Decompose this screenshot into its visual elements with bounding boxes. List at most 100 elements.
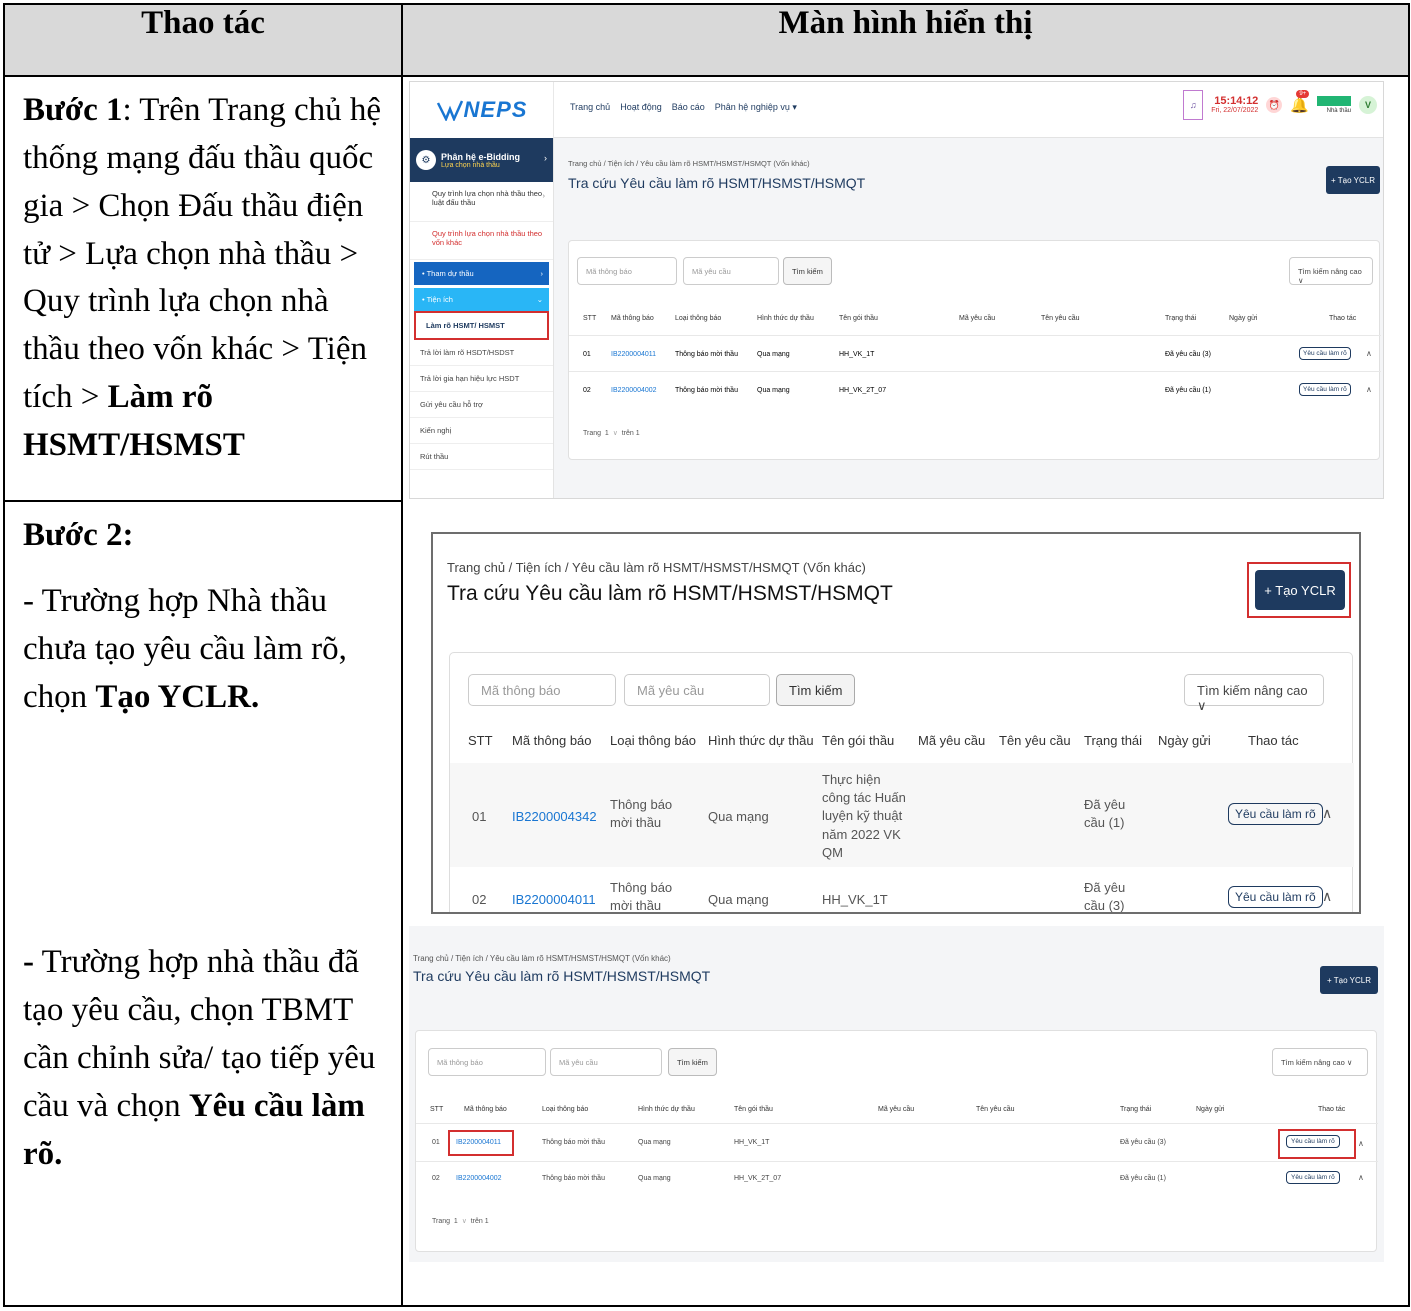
screens-cell: NEPS Trang chủ Hoạt động Báo cáo Phân hệ… (401, 75, 1410, 1307)
cell-package: Thực hiện công tác Huấn luyện kỹ thuật n… (822, 772, 906, 860)
cell-stt: 02 (583, 387, 591, 394)
clarify-request-button[interactable]: Yêu cầu làm rõ (1286, 1135, 1340, 1148)
notice-code-input[interactable]: Mã thông báo (468, 674, 616, 706)
breadcrumb: Trang chủ / Tiện ích / Yêu cầu làm rõ HS… (413, 954, 671, 963)
sidebar-subitem-extension[interactable]: Trả lời gia hạn hiệu lực HSDT (410, 366, 553, 392)
sidebar-item-other-capital-process[interactable]: Quy trình lựa chọn nhà thầu theo vốn khá… (410, 222, 553, 260)
request-code-input[interactable]: Mã yêu cầu (550, 1048, 662, 1076)
step2-case2: - Trường hợp nhà thầu đã tạo yêu cầu, ch… (23, 939, 383, 1178)
nav-report[interactable]: Báo cáo (672, 102, 705, 113)
pagination-page[interactable]: 1 (605, 430, 609, 437)
cell-method: Qua mạng (757, 351, 790, 358)
chevron-up-icon[interactable]: ∧ (1358, 1139, 1364, 1148)
headset-icon[interactable]: ♫ (1183, 90, 1204, 120)
avatar[interactable]: V (1359, 96, 1377, 114)
clarify-request-button[interactable]: Yêu cầu làm rõ (1228, 803, 1323, 825)
sidebar-subitem-clarify[interactable]: Làm rõ HSMT/ HSMST (414, 311, 549, 340)
step1-text: : Trên Trang chủ hệ thống mạng đấu thầu … (23, 92, 382, 416)
sidebar-subitem-support[interactable]: Gửi yêu cầu hỗ trợ (410, 392, 553, 418)
neps-logo[interactable]: NEPS (410, 82, 554, 138)
cell-stt: 01 (583, 351, 591, 358)
col-package: Tên gói thầu (822, 733, 895, 748)
chevron-up-icon[interactable]: ∧ (1366, 385, 1372, 394)
cell-status: Đã yêu cầu (1) (1120, 1175, 1166, 1182)
cell-status: Đã yêu cầu (3) (1120, 1139, 1166, 1146)
cell-package: HH_VK_1T (822, 892, 888, 907)
cell-method: Qua mạng (708, 892, 769, 907)
search-button[interactable]: Tìm kiếm (783, 257, 832, 285)
sidebar-module-header[interactable]: ⚙ Phân hệ e-Bidding Lựa chọn nhà thầu › (410, 138, 553, 182)
sidebar-item-law-process[interactable]: Quy trình lựa chọn nhà thầu theo luật đấ… (410, 182, 553, 222)
col-notice-code: Mã thông báo (611, 315, 654, 322)
clarify-request-button[interactable]: Yêu cầu làm rõ (1228, 886, 1323, 908)
cell-notice-code-link[interactable]: IB2200004011 (512, 891, 596, 909)
sidebar-subitem-withdraw[interactable]: Rút thầu (410, 444, 553, 470)
col-date: Ngày gửi (1158, 733, 1211, 748)
header-action: Thao tác (3, 3, 403, 77)
cell-package: HH_VK_1T (839, 351, 875, 358)
clarify-request-button[interactable]: Yêu cầu làm rõ (1286, 1171, 1340, 1184)
cell-notice-code-link[interactable]: IB2200004002 (611, 387, 657, 394)
divider (416, 1161, 1378, 1162)
step2-cell: Bước 2: - Trường hợp Nhà thầu chưa tạo y… (3, 500, 403, 1307)
nav-modules[interactable]: Phân hệ nghiệp vụ ▾ (715, 102, 797, 113)
highlight-box: + Tạo YCLR (1247, 562, 1351, 618)
cell-notice-code-link[interactable]: IB2200004002 (456, 1175, 502, 1182)
logo-swoosh-icon (436, 100, 463, 121)
chevron-down-icon[interactable]: ∨ (462, 1218, 467, 1225)
create-yclr-button[interactable]: + Tạo YCLR (1326, 166, 1380, 194)
advanced-search-button[interactable]: Tìm kiếm nâng cao ∨ (1184, 674, 1324, 713)
create-yclr-button[interactable]: + Tạo YCLR (1320, 966, 1378, 994)
cell-notice-code-link[interactable]: IB2200004342 (512, 808, 597, 826)
col-stt: STT (430, 1106, 444, 1113)
sidebar-subtitle: Lựa chọn nhà thầu (441, 161, 500, 169)
col-request-name: Tên yêu cầu (976, 1106, 1015, 1113)
col-notice-type: Loại thông báo (542, 1106, 589, 1113)
notice-code-input[interactable]: Mã thông báo (577, 257, 677, 285)
clarify-request-button[interactable]: Yêu cầu làm rõ (1299, 383, 1351, 396)
request-code-input[interactable]: Mã yêu cầu (683, 257, 779, 285)
cell-notice-code-link[interactable]: IB2200004011 (456, 1139, 501, 1146)
nav-activity[interactable]: Hoạt động (620, 102, 662, 113)
cell-type: Thông báo mời thầu (542, 1175, 605, 1182)
col-method: Hình thức dự thầu (708, 733, 814, 748)
alarm-icon[interactable]: ⏰ (1266, 97, 1283, 113)
cell-notice-code-link[interactable]: IB2200004011 (611, 351, 656, 358)
pagination-page[interactable]: 1 (454, 1218, 458, 1225)
create-yclr-button[interactable]: + Tạo YCLR (1255, 570, 1345, 610)
sidebar-title: Phân hệ e-Bidding (441, 151, 521, 162)
chevron-down-icon[interactable]: ∨ (613, 430, 618, 437)
request-code-input[interactable]: Mã yêu cầu (624, 674, 770, 706)
nav-home[interactable]: Trang chủ (570, 102, 610, 113)
logo-text: NEPS (463, 97, 528, 122)
cell-type: Thông báo mời thầu (542, 1139, 605, 1146)
cell-package: HH_VK_1T (734, 1139, 770, 1146)
sidebar-subitem-answer-clarify[interactable]: Trả lời làm rõ HSDT/HSDST (410, 340, 553, 366)
cell-status: Đã yêu cầu (1) (1165, 387, 1211, 394)
chevron-up-icon[interactable]: ∧ (1322, 805, 1332, 822)
user-info[interactable]: Nhà thầu (1317, 96, 1351, 114)
sidebar-group-utilities[interactable]: • Tiện ích ⌄ (414, 288, 549, 311)
advanced-search-button[interactable]: Tìm kiếm nâng cao ∨ (1289, 257, 1373, 285)
advanced-search-button[interactable]: Tìm kiếm nâng cao ∨ (1272, 1048, 1368, 1076)
search-button[interactable]: Tìm kiếm (776, 674, 856, 706)
cell-method: Qua mạng (757, 387, 790, 394)
sidebar-subitem-petition[interactable]: Kiến nghị (410, 418, 553, 444)
clarify-request-button[interactable]: Yêu cầu làm rõ (1299, 347, 1351, 360)
search-button[interactable]: Tìm kiếm (668, 1048, 717, 1076)
sidebar-group-bidding[interactable]: • Tham dự thầu › (414, 262, 549, 285)
col-action: Thao tác (1318, 1106, 1346, 1113)
chevron-up-icon[interactable]: ∧ (1358, 1173, 1364, 1182)
col-notice-type: Loại thông báo (675, 315, 722, 322)
top-right-tools: ♫ 15:14:12 Fri, 22/07/2022 ⏰ 🔔 9+ Nhà thầ… (1183, 90, 1377, 120)
bell-icon[interactable]: 🔔 9+ (1290, 90, 1310, 114)
step2-case1: - Trường hợp Nhà thầu chưa tạo yêu cầu l… (23, 578, 383, 722)
sidebar: ⚙ Phân hệ e-Bidding Lựa chọn nhà thầu › … (410, 138, 554, 498)
col-package: Tên gói thầu (734, 1106, 773, 1113)
chevron-up-icon[interactable]: ∧ (1322, 888, 1332, 905)
col-method: Hình thức dự thầu (757, 315, 814, 322)
page-title: Tra cứu Yêu cầu làm rõ HSMT/HSMST/HSMQT (413, 968, 711, 984)
col-request-code: Mã yêu cầu (878, 1106, 915, 1113)
chevron-up-icon[interactable]: ∧ (1366, 349, 1372, 358)
notice-code-input[interactable]: Mã thông báo (428, 1048, 546, 1076)
